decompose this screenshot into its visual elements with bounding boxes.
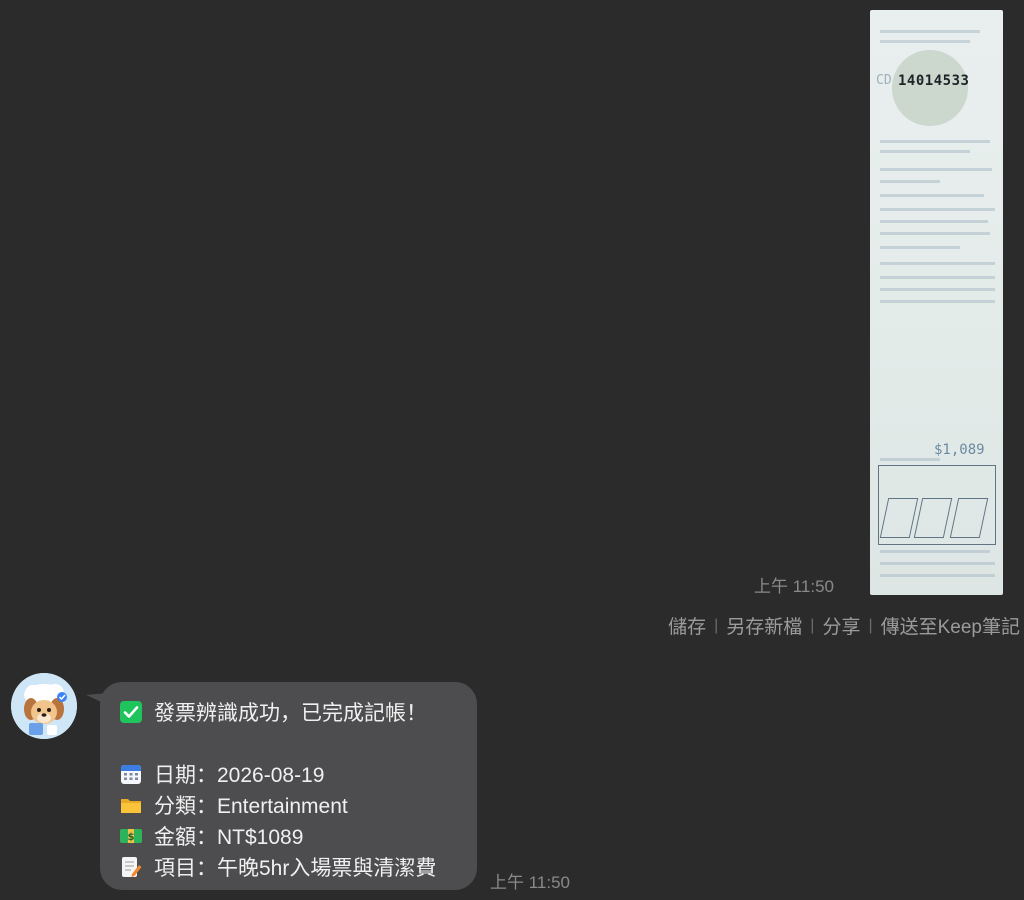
category-line: 分類：Entertainment: [120, 789, 457, 820]
receipt-text-line: [880, 550, 990, 553]
amount-line: $ 金額：NT$1089: [120, 820, 457, 851]
folder-icon: [120, 794, 142, 816]
save-link[interactable]: 儲存: [668, 612, 706, 639]
chat-window: CD 14014533 $1,089 上午 11:50 儲存 | 另存新檔 | …: [0, 0, 1024, 900]
amount-text: 金額：NT$1089: [154, 825, 304, 849]
date-line: 日期：2026-08-19: [120, 758, 457, 789]
receipt-image[interactable]: CD 14014533 $1,089: [870, 10, 1003, 595]
action-separator: |: [868, 616, 873, 634]
receipt-text-line: [880, 208, 995, 211]
money-icon: $: [120, 825, 142, 847]
receipt-text-line: [880, 574, 995, 577]
receipt-amount: $1,089: [934, 442, 985, 458]
memo-icon: [120, 856, 142, 878]
item-line: 項目：午晚5hr入場票與清潔費: [120, 851, 457, 882]
receipt-text-line: [880, 30, 980, 33]
receipt-text-line: [880, 40, 970, 43]
receipt-text-line: [880, 168, 992, 171]
receipt-text-line: [880, 562, 995, 565]
receipt-text-line: [880, 246, 960, 249]
image-action-bar: 儲存 | 另存新檔 | 分享 | 傳送至Keep筆記: [668, 612, 1020, 639]
bot-message-time: 上午 11:50: [490, 873, 571, 892]
share-link[interactable]: 分享: [822, 612, 860, 639]
status-text: 發票辨識成功，已完成記帳！: [154, 701, 427, 725]
status-line: 發票辨識成功，已完成記帳！: [120, 696, 457, 727]
svg-text:$: $: [128, 832, 135, 843]
action-separator: |: [714, 616, 719, 634]
bot-avatar[interactable]: [11, 673, 77, 739]
receipt-text-line: [880, 220, 988, 223]
receipt-text-line: [880, 232, 990, 235]
receipt-text-line: [880, 140, 990, 143]
category-text: 分類：Entertainment: [154, 794, 348, 818]
date-text: 日期：2026-08-19: [154, 763, 325, 787]
calendar-icon: [120, 763, 142, 785]
item-text: 項目：午晚5hr入場票與清潔費: [154, 856, 437, 880]
receipt-invoice-number: 14014533: [898, 73, 970, 89]
dog-mascot-icon: [11, 673, 77, 739]
receipt-text-line: [880, 262, 995, 265]
action-separator: |: [810, 616, 815, 634]
receipt-text-line: [880, 180, 940, 183]
save-as-link[interactable]: 另存新檔: [726, 612, 802, 639]
check-mark-icon: [120, 700, 142, 723]
receipt-text-line: [880, 300, 995, 303]
send-to-keep-link[interactable]: 傳送至Keep筆記: [881, 612, 1020, 639]
receipt-text-line: [880, 194, 984, 197]
bot-message-bubble: 發票辨識成功，已完成記帳！ 日期：2026-08-19 分類：Entertain…: [100, 682, 477, 890]
receipt-text-line: [880, 150, 970, 153]
receipt-text-line: [880, 276, 995, 279]
receipt-text-line: [880, 458, 940, 461]
receipt-prefix: CD: [876, 73, 892, 88]
sent-message-time: 上午 11:50: [754, 577, 835, 596]
receipt-text-line: [880, 288, 995, 291]
